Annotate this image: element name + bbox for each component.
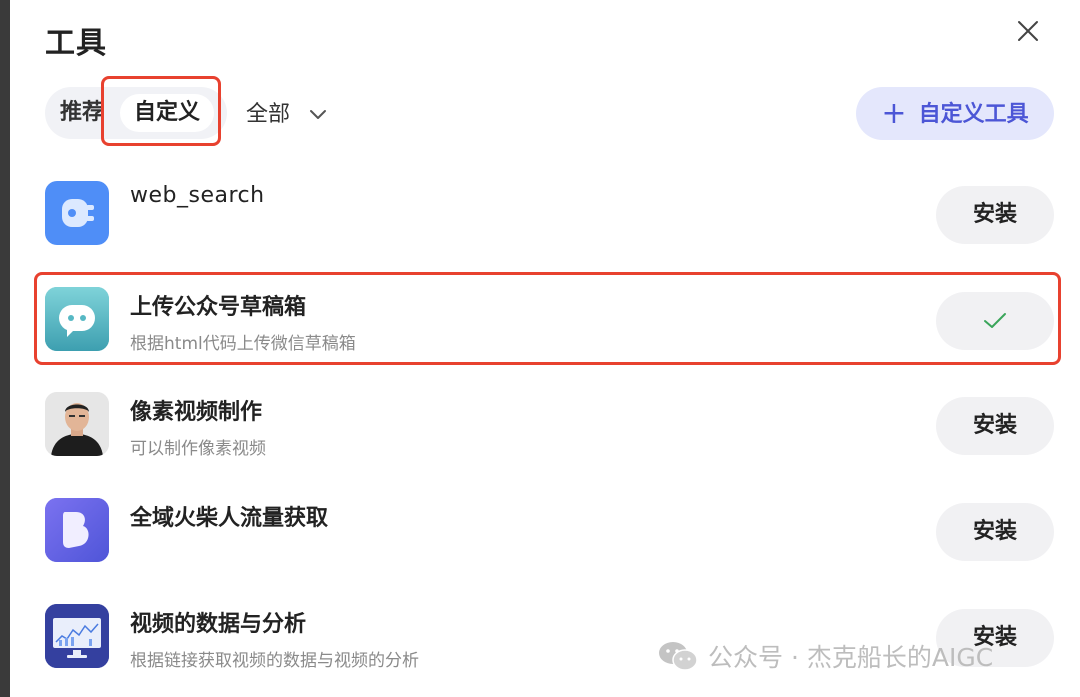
plus-icon: +	[881, 96, 907, 131]
tab-custom[interactable]: 自定义	[120, 94, 214, 132]
installed-button[interactable]	[936, 292, 1054, 350]
tool-row-stickman-traffic: 全域火柴人流量获取 安装	[10, 498, 1080, 598]
dialog-title: 工具	[45, 26, 107, 61]
tool-description: 可以制作像素视频	[130, 439, 266, 459]
tool-name: web_search	[130, 183, 265, 208]
filter-dropdown[interactable]: 全部	[246, 95, 327, 135]
tool-description: 根据html代码上传微信草稿箱	[130, 334, 356, 354]
tool-name: 上传公众号草稿箱	[130, 295, 307, 320]
chevron-down-icon	[310, 110, 327, 119]
avatar-photo	[45, 392, 109, 456]
monitor-chart-icon	[45, 604, 109, 668]
wechat-icon	[659, 642, 698, 671]
install-button[interactable]: 安装	[936, 186, 1054, 244]
plug-icon	[45, 181, 109, 245]
tab-recommended[interactable]: 推荐	[60, 87, 104, 139]
tool-name: 像素视频制作	[130, 400, 263, 425]
chat-bubble-icon	[45, 287, 109, 351]
install-button[interactable]: 安装	[936, 397, 1054, 455]
close-icon[interactable]	[1013, 16, 1043, 46]
tools-dialog: 工具 推荐 自定义 全部 + 自定义工具 web_search 安装 上传公众号…	[10, 0, 1080, 697]
add-custom-tool-button[interactable]: + 自定义工具	[856, 87, 1054, 140]
check-icon	[984, 313, 1006, 328]
watermark: 公众号 · 杰克船长的AIGC	[658, 636, 993, 676]
b-logo-icon	[45, 498, 109, 562]
tab-switcher: 推荐 自定义	[45, 87, 227, 139]
watermark-text: 公众号 · 杰克船长的AIGC	[708, 643, 994, 672]
tool-row-web-search: web_search 安装	[10, 181, 1080, 281]
tool-description: 根据链接获取视频的数据与视频的分析	[130, 651, 419, 671]
install-button[interactable]: 安装	[936, 503, 1054, 561]
tool-row-pixel-video: 像素视频制作 可以制作像素视频 安装	[10, 392, 1080, 492]
tool-name: 视频的数据与分析	[130, 612, 307, 637]
tool-name: 全域火柴人流量获取	[130, 506, 329, 531]
add-custom-tool-label: 自定义工具	[918, 102, 1029, 127]
filter-dropdown-label: 全部	[246, 102, 291, 127]
tool-row-upload-draft: 上传公众号草稿箱 根据html代码上传微信草稿箱	[10, 287, 1080, 387]
